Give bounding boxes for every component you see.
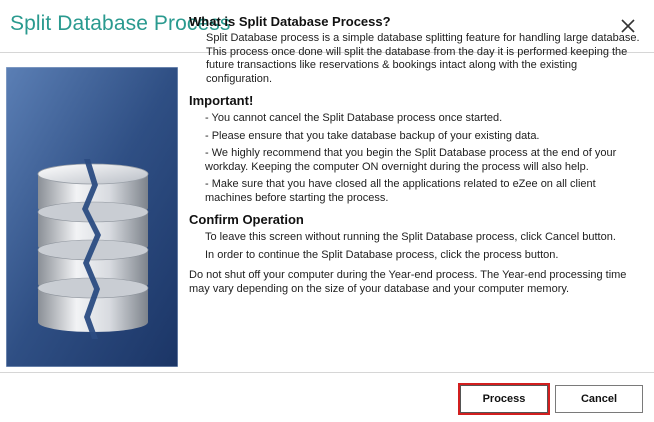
info-text-area: What is Split Database Process? Split Da… (189, 14, 645, 296)
what-heading: What is Split Database Process? (189, 14, 391, 29)
footer-divider (0, 372, 654, 373)
confirm-item: In order to continue the Split Database … (205, 248, 559, 261)
split-database-icon (6, 67, 178, 367)
important-item: - Make sure that you have closed all the… (205, 178, 596, 204)
important-heading: Important! (189, 93, 254, 108)
what-description: Split Database process is a simple datab… (206, 32, 640, 85)
process-button[interactable]: Process (460, 385, 548, 413)
important-item: - Please ensure that you take database b… (205, 129, 540, 142)
confirm-heading: Confirm Operation (189, 212, 304, 227)
cancel-button[interactable]: Cancel (555, 385, 643, 413)
split-database-illustration (6, 67, 178, 367)
confirm-item: To leave this screen without running the… (205, 231, 616, 243)
footer-note: Do not shut off your computer during the… (189, 269, 627, 295)
important-item: - You cannot cancel the Split Database p… (205, 112, 503, 124)
important-item: - We highly recommend that you begin the… (205, 147, 617, 173)
